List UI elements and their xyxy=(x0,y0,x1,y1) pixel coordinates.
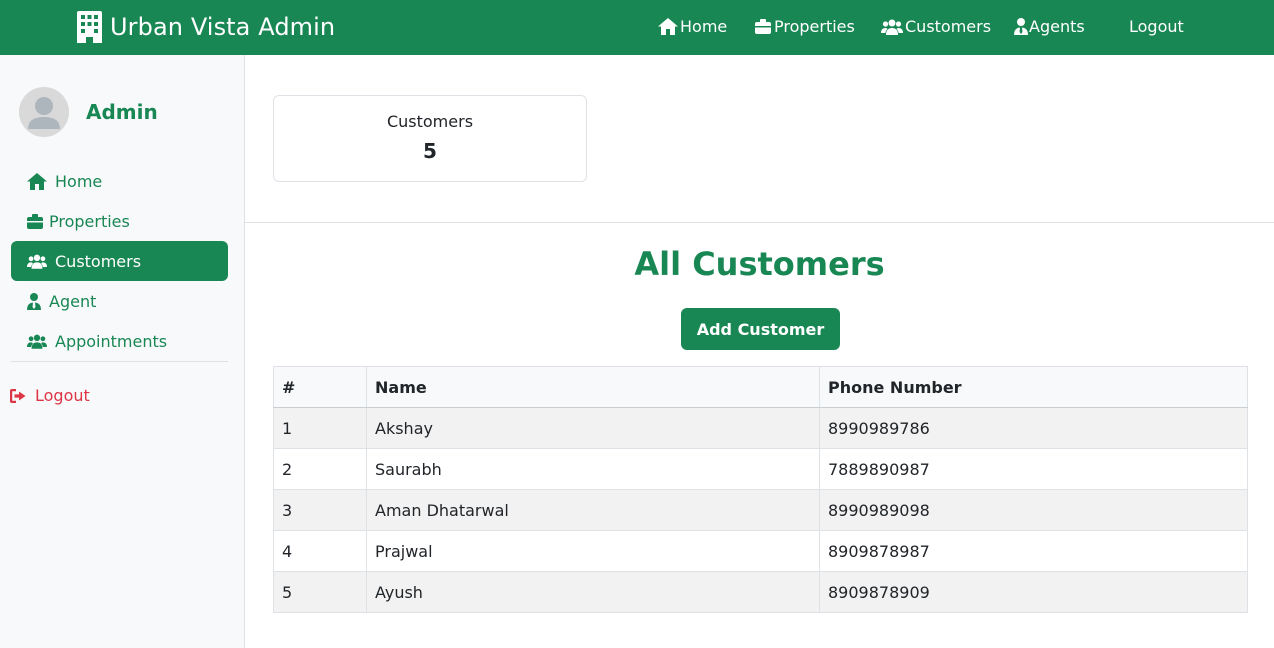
topnav-agents[interactable]: Agents xyxy=(1014,17,1085,36)
stat-value: 5 xyxy=(423,139,437,163)
topnav-logout-label: Logout xyxy=(1129,17,1184,36)
user-tie-icon xyxy=(27,292,41,310)
table-header-row: # Name Phone Number xyxy=(273,366,1248,408)
cell-number: 2 xyxy=(273,448,367,490)
sidebar-item-label: Properties xyxy=(49,211,130,231)
cell-name: Aman Dhatarwal xyxy=(366,489,820,531)
table-row: 2 Saurabh 7889890987 xyxy=(273,448,1248,490)
building-icon xyxy=(755,19,771,34)
sidebar-item-properties[interactable]: Properties xyxy=(11,201,228,241)
brand-title: Urban Vista Admin xyxy=(110,13,336,41)
brand[interactable]: Urban Vista Admin xyxy=(77,11,335,43)
building-icon xyxy=(77,11,102,43)
user-tie-icon xyxy=(1014,18,1028,35)
table-row: 4 Prajwal 8909878987 xyxy=(273,530,1248,572)
cell-name: Prajwal xyxy=(366,530,820,572)
topnav-customers-label: Customers xyxy=(905,17,992,36)
building-icon xyxy=(27,213,43,229)
topnav-customers[interactable]: Customers xyxy=(881,17,991,36)
sidebar-item-agent[interactable]: Agent xyxy=(11,281,228,321)
column-header-phone: Phone Number xyxy=(819,366,1248,408)
column-header-name: Name xyxy=(366,366,820,408)
cell-name: Ayush xyxy=(366,571,820,613)
home-icon xyxy=(27,172,47,190)
sidebar: Admin Home Properties Customers Agent Ap… xyxy=(0,55,245,648)
sidebar-item-label: Agent xyxy=(49,291,97,311)
main-divider xyxy=(245,222,1274,223)
sidebar-item-label: Customers xyxy=(55,251,142,271)
avatar xyxy=(19,87,69,137)
users-icon xyxy=(27,334,47,349)
cell-phone: 8990989786 xyxy=(819,407,1248,449)
cell-number: 4 xyxy=(273,530,367,572)
table-row: 1 Akshay 8990989786 xyxy=(273,407,1248,449)
topnav-properties[interactable]: Properties xyxy=(755,17,855,36)
sidebar-divider xyxy=(11,361,228,362)
cell-name: Akshay xyxy=(366,407,820,449)
column-header-number: # xyxy=(273,366,367,408)
user-avatar-icon xyxy=(28,97,60,129)
cell-phone: 8990989098 xyxy=(819,489,1248,531)
cell-number: 5 xyxy=(273,571,367,613)
topnav-logout[interactable]: Logout xyxy=(1129,17,1184,36)
sidebar-logout[interactable]: Logout xyxy=(10,386,90,405)
cell-phone: 8909878987 xyxy=(819,530,1248,572)
topnav-properties-label: Properties xyxy=(774,17,855,36)
sidebar-item-label: Appointments xyxy=(55,331,168,351)
customers-stat-card: Customers 5 xyxy=(273,95,587,182)
users-icon xyxy=(881,19,903,35)
cell-number: 1 xyxy=(273,407,367,449)
page-title: All Customers xyxy=(634,245,885,283)
admin-name: Admin xyxy=(86,100,158,124)
cell-number: 3 xyxy=(273,489,367,531)
sign-out-icon xyxy=(10,388,26,403)
sidebar-item-home[interactable]: Home xyxy=(11,161,228,201)
users-icon xyxy=(27,254,47,269)
top-navbar: Urban Vista Admin Home Properties Custom… xyxy=(0,0,1274,55)
customers-table: # Name Phone Number 1 Akshay 8990989786 … xyxy=(273,366,1248,613)
topnav-agents-label: Agents xyxy=(1029,17,1085,36)
sidebar-item-appointments[interactable]: Appointments xyxy=(11,321,228,361)
table-row: 5 Ayush 8909878909 xyxy=(273,571,1248,613)
sidebar-logout-label: Logout xyxy=(35,386,90,405)
topnav-home[interactable]: Home xyxy=(658,17,727,36)
add-customer-button[interactable]: Add Customer xyxy=(681,308,840,350)
cell-phone: 8909878909 xyxy=(819,571,1248,613)
topnav-home-label: Home xyxy=(680,17,728,36)
cell-phone: 7889890987 xyxy=(819,448,1248,490)
home-icon xyxy=(658,18,678,35)
sidebar-item-customers[interactable]: Customers xyxy=(11,241,228,281)
cell-name: Saurabh xyxy=(366,448,820,490)
sidebar-item-label: Home xyxy=(55,171,103,191)
table-row: 3 Aman Dhatarwal 8990989098 xyxy=(273,489,1248,531)
stat-label: Customers xyxy=(386,112,474,131)
